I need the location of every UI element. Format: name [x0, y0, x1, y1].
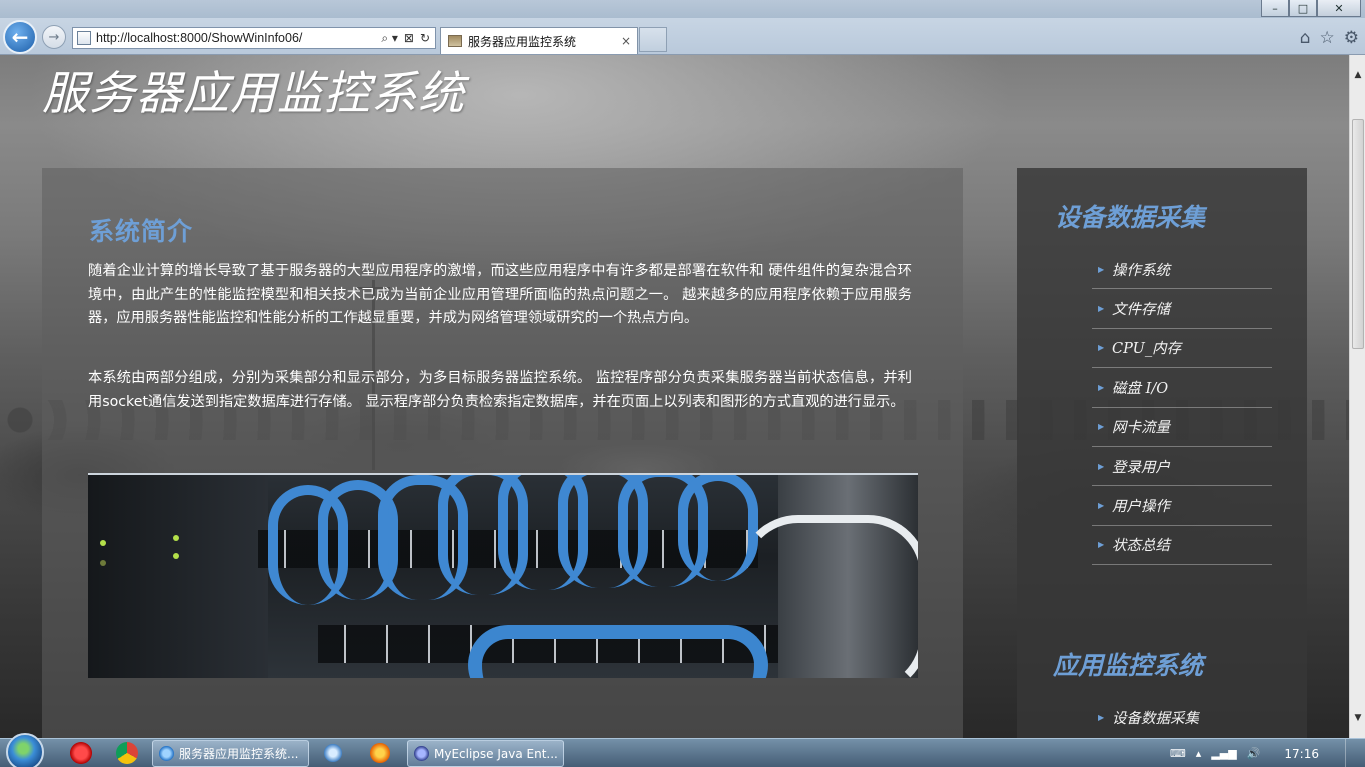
network-switch-image	[88, 473, 918, 678]
sidebar-item-label: 用户操作	[1112, 499, 1170, 516]
maximize-button[interactable]: □	[1289, 0, 1317, 17]
internet-explorer-icon	[159, 746, 174, 761]
page-viewport: 服务器应用监控系统 系统简介 随着企业计算的增长导致了基于服务器的大型应用程序的…	[0, 55, 1349, 738]
intro-paragraph-1: 随着企业计算的增长导致了基于服务器的大型应用程序的激增，而这些应用程序中有许多都…	[88, 263, 912, 326]
new-tab-button[interactable]	[639, 27, 667, 52]
bullet-arrow-icon: ▶	[1098, 713, 1105, 723]
address-tools: ⌕ ▾ ⊠ ↻	[381, 31, 435, 46]
sidebar-item-disk-io[interactable]: ▶ 磁盘 I/O	[1092, 368, 1272, 408]
home-icon[interactable]: ⌂	[1300, 28, 1311, 48]
intro-paragraph-2: 本系统由两部分组成，分别为采集部分和显示部分，为多目标服务器监控系统。 监控程序…	[88, 370, 912, 410]
page-icon	[77, 31, 91, 45]
sidebar-item-label: 磁盘 I/O	[1112, 380, 1169, 397]
keyboard-icon[interactable]: ⌨	[1170, 747, 1186, 760]
sidebar-item-label: 文件存储	[1112, 302, 1170, 319]
tab-title: 服务器应用监控系统	[468, 34, 577, 49]
close-window-button[interactable]: ✕	[1317, 0, 1361, 17]
sidebar-item-label: 设备数据采集	[1112, 711, 1199, 728]
vertical-scrollbar[interactable]: ▲ ▼	[1349, 55, 1365, 738]
scrollbar-thumb[interactable]	[1352, 119, 1364, 349]
browser-right-icons: ⌂ ☆ ⚙	[1300, 28, 1359, 48]
sidebar-item-os[interactable]: ▶ 操作系统	[1092, 250, 1272, 290]
bullet-arrow-icon: ▶	[1098, 343, 1105, 353]
taskbar-item-ie[interactable]: 服务器应用监控系统...	[152, 740, 309, 767]
white-cable	[738, 515, 918, 678]
bullet-arrow-icon: ▶	[1098, 264, 1105, 274]
clock[interactable]: 17:16	[1284, 747, 1319, 761]
blue-cable	[468, 625, 768, 678]
show-desktop-button[interactable]	[1345, 739, 1357, 767]
network-signal-icon[interactable]: ▂▄▆	[1211, 747, 1236, 760]
sidebar-item-cpu-memory[interactable]: ▶ CPU_内存	[1092, 329, 1272, 369]
taskbar-item-label: MyEclipse Java Ent...	[434, 746, 558, 761]
show-hidden-icons-icon[interactable]: ▴	[1196, 747, 1202, 760]
tab-close-icon[interactable]: ×	[621, 34, 631, 48]
scroll-up-arrow-icon[interactable]: ▲	[1350, 67, 1365, 83]
window-controls: – □ ✕	[1261, 0, 1361, 17]
status-led	[100, 540, 106, 546]
start-button[interactable]	[6, 733, 44, 767]
forward-button[interactable]: →	[42, 25, 66, 49]
tools-gear-icon[interactable]: ⚙	[1344, 28, 1359, 48]
windows-taskbar: 服务器应用监控系统... MyEclipse Java Ent... ⌨ ▴ ▂…	[0, 733, 1365, 767]
taskbar-item-myeclipse[interactable]: MyEclipse Java Ent...	[407, 740, 564, 767]
volume-icon[interactable]: 🔊	[1247, 747, 1261, 760]
sidebar-heading-app-monitoring: 应用监控系统	[1053, 651, 1204, 680]
sidebar-panel: 设备数据采集 ▶ 操作系统 ▶ 文件存储 ▶ CPU_内存 ▶ 磁盘 I/O ▶…	[1017, 168, 1307, 738]
status-led	[173, 553, 179, 559]
refresh-icon[interactable]: ↻	[420, 31, 430, 46]
compatibility-view-icon[interactable]: ⊠	[404, 31, 414, 46]
sidebar-item-label: 登录用户	[1112, 459, 1170, 476]
system-tray: ⌨ ▴ ▂▄▆ 🔊 17:16	[1170, 739, 1365, 767]
bullet-arrow-icon: ▶	[1098, 461, 1105, 471]
minimize-button[interactable]: –	[1261, 0, 1289, 17]
scroll-down-arrow-icon[interactable]: ▼	[1350, 710, 1365, 726]
switch-panel	[88, 475, 268, 678]
browser-tab-active[interactable]: 服务器应用监控系统 ×	[440, 27, 638, 54]
url-field[interactable]: http://localhost:8000/ShowWinInfo06/	[96, 31, 381, 45]
status-led	[100, 560, 106, 566]
myeclipse-icon	[414, 746, 429, 761]
sidebar-menu-app-monitoring: ▶ 设备数据采集	[1092, 698, 1272, 737]
bullet-arrow-icon: ▶	[1098, 304, 1105, 314]
sidebar-item-nic-traffic[interactable]: ▶ 网卡流量	[1092, 408, 1272, 447]
sidebar-item-device-data-collection[interactable]: ▶ 设备数据采集	[1092, 698, 1272, 737]
back-button[interactable]: ←	[3, 20, 37, 54]
tab-favicon-icon	[448, 35, 462, 47]
favorites-star-icon[interactable]: ☆	[1320, 28, 1335, 48]
opera-icon[interactable]	[70, 742, 92, 764]
sidebar-item-logged-users[interactable]: ▶ 登录用户	[1092, 447, 1272, 487]
sidebar-item-file-storage[interactable]: ▶ 文件存储	[1092, 289, 1272, 329]
address-bar[interactable]: http://localhost:8000/ShowWinInfo06/ ⌕ ▾…	[72, 27, 436, 49]
sidebar-heading-device-data: 设备数据采集	[1055, 203, 1206, 232]
search-dropdown-icon[interactable]: ⌕ ▾	[381, 31, 398, 46]
sidebar-menu-device-data: ▶ 操作系统 ▶ 文件存储 ▶ CPU_内存 ▶ 磁盘 I/O ▶ 网卡流量 ▶…	[1092, 250, 1272, 566]
bullet-arrow-icon: ▶	[1098, 382, 1105, 392]
taskbar-item-label: 服务器应用监控系统...	[179, 747, 299, 761]
sidebar-item-label: 状态总结	[1112, 538, 1170, 555]
firefox-icon[interactable]	[370, 743, 390, 763]
window-title-bar: – □ ✕	[0, 0, 1365, 18]
status-led	[173, 535, 179, 541]
bullet-arrow-icon: ▶	[1098, 422, 1105, 432]
intro-panel: 系统简介 随着企业计算的增长导致了基于服务器的大型应用程序的激增，而这些应用程序…	[42, 168, 963, 738]
sidebar-item-label: CPU_内存	[1112, 341, 1182, 358]
sidebar-item-user-operations[interactable]: ▶ 用户操作	[1092, 486, 1272, 526]
sidebar-item-label: 网卡流量	[1112, 420, 1170, 437]
sidebar-item-label: 操作系统	[1112, 262, 1170, 279]
intro-heading: 系统简介	[89, 217, 194, 246]
chrome-icon[interactable]	[116, 742, 138, 764]
bullet-arrow-icon: ▶	[1098, 540, 1105, 550]
network-globe-icon[interactable]	[324, 744, 342, 762]
bullet-arrow-icon: ▶	[1098, 501, 1105, 511]
site-title: 服务器应用监控系统	[42, 66, 465, 120]
browser-toolbar: – □ ✕ ← → http://localhost:8000/ShowWinI…	[0, 0, 1365, 55]
sidebar-item-status-summary[interactable]: ▶ 状态总结	[1092, 526, 1272, 566]
